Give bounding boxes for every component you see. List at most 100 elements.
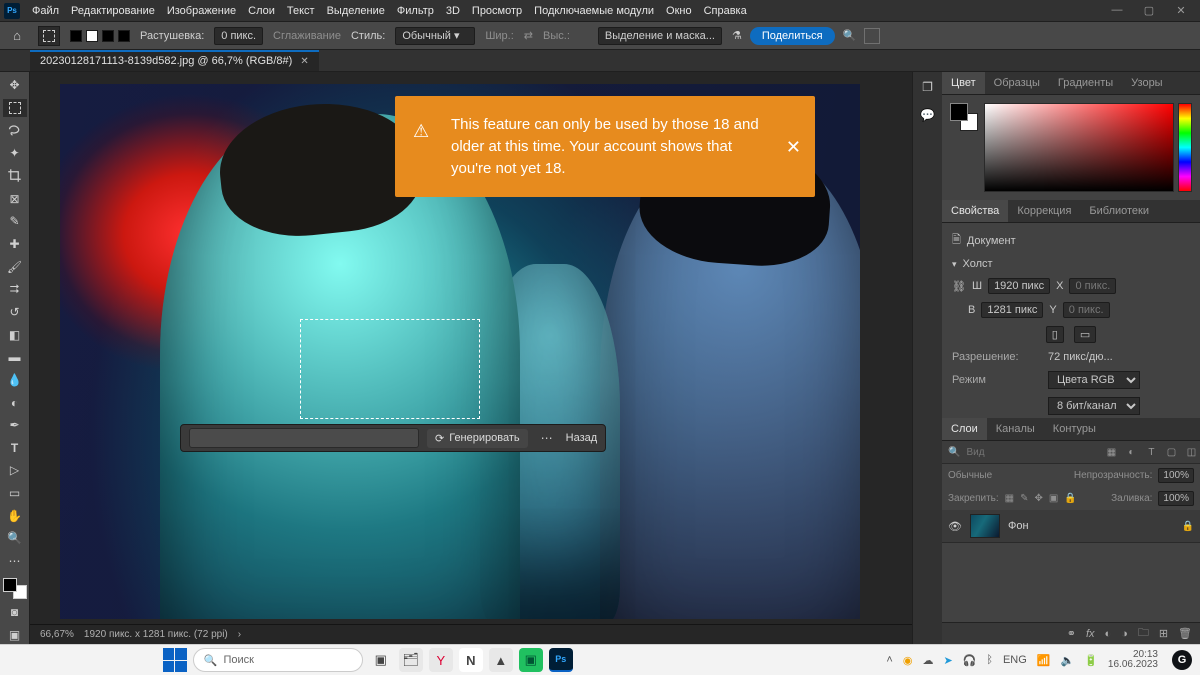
clone-tool-icon[interactable]: ⮆ xyxy=(3,280,27,299)
canvas-viewport[interactable]: ⟳ Генерировать ⋯ Назад ⚠ This feature ca… xyxy=(30,72,912,624)
orientation-portrait-icon[interactable]: ▯ xyxy=(1046,326,1064,343)
new-layer-icon[interactable]: ⊞ xyxy=(1159,627,1168,640)
mask-icon[interactable]: ◐ xyxy=(1105,628,1112,640)
generative-prompt-input[interactable] xyxy=(189,428,419,448)
gen-more-icon[interactable]: ⋯ xyxy=(536,431,558,445)
group-icon[interactable]: 🗀 xyxy=(1138,624,1149,643)
quick-select-tool-icon[interactable]: ✦ xyxy=(3,144,27,163)
blend-mode-select[interactable]: Обычные xyxy=(948,470,1068,481)
layer-locked-icon[interactable]: 🔒 xyxy=(1182,521,1194,532)
opacity-input[interactable]: 100% xyxy=(1158,468,1194,483)
filter-adjust-icon[interactable]: ◐ xyxy=(1124,445,1138,459)
menu-image[interactable]: Изображение xyxy=(167,5,236,17)
menu-filter[interactable]: Фильтр xyxy=(397,5,434,17)
layer-row[interactable]: 👁 Фон 🔒 xyxy=(942,510,1200,543)
height-input[interactable]: 1281 пикс xyxy=(981,302,1043,318)
adjustment-layer-icon[interactable]: ◑ xyxy=(1121,628,1128,640)
style-select[interactable]: Обычный ▾ xyxy=(395,27,475,45)
tab-patterns[interactable]: Узоры xyxy=(1122,72,1171,94)
close-window-icon[interactable]: ✕ xyxy=(1172,4,1190,17)
taskbar-photoshop-icon[interactable]: Ps xyxy=(549,648,573,672)
eraser-tool-icon[interactable]: ◧ xyxy=(3,325,27,344)
document-tab[interactable]: 20230128171113-8139d582.jpg @ 66,7% (RGB… xyxy=(30,50,319,71)
tray-chevron-icon[interactable]: ˄ xyxy=(886,654,892,666)
canvas-section[interactable]: ▾Холст xyxy=(952,258,1190,270)
document-canvas[interactable]: ⟳ Генерировать ⋯ Назад ⚠ This feature ca… xyxy=(60,84,860,619)
start-button[interactable] xyxy=(163,648,187,672)
filter-pixel-icon[interactable]: ▦ xyxy=(1104,445,1118,459)
hue-slider[interactable] xyxy=(1178,103,1192,192)
maximize-icon[interactable]: ▢ xyxy=(1140,4,1158,17)
tab-swatches[interactable]: Образцы xyxy=(985,72,1049,94)
filter-shape-icon[interactable]: ▢ xyxy=(1164,445,1178,459)
tray-telegram-icon[interactable]: ➤ xyxy=(943,654,952,667)
shape-tool-icon[interactable]: ▭ xyxy=(3,484,27,503)
zoom-level[interactable]: 66,67% xyxy=(40,629,74,640)
link-icon[interactable]: ⛓ xyxy=(952,280,966,293)
healing-tool-icon[interactable]: ✚ xyxy=(3,235,27,254)
selection-mode-icons[interactable] xyxy=(70,30,130,42)
tray-lang[interactable]: ENG xyxy=(1003,654,1027,666)
edit-toolbar-icon[interactable]: ⋯ xyxy=(3,552,27,571)
fx-icon[interactable]: fx xyxy=(1086,628,1095,640)
zoom-tool-icon[interactable]: 🔍 xyxy=(3,529,27,548)
eyedropper-tool-icon[interactable]: ✎ xyxy=(3,212,27,231)
select-and-mask-button[interactable]: Выделение и маска... xyxy=(598,27,722,45)
lock-artboard-icon[interactable]: ▣ xyxy=(1049,493,1058,504)
depth-select[interactable]: 8 бит/канал xyxy=(1048,397,1140,415)
frame-tool-icon[interactable]: ⊠ xyxy=(3,189,27,208)
workspace-icon[interactable] xyxy=(864,28,880,44)
menu-text[interactable]: Текст xyxy=(287,5,315,17)
feather-input[interactable]: 0 пикс. xyxy=(214,27,263,45)
explorer-icon[interactable]: 🗂 xyxy=(399,648,423,672)
history-brush-tool-icon[interactable]: ↺ xyxy=(3,303,27,322)
taskview-icon[interactable]: ▣ xyxy=(369,648,393,672)
filter-type-icon[interactable]: T xyxy=(1144,445,1158,459)
path-select-tool-icon[interactable]: ▷ xyxy=(3,461,27,480)
tab-adjustments[interactable]: Коррекция xyxy=(1008,200,1080,222)
menu-window[interactable]: Окно xyxy=(666,5,692,17)
tab-layers[interactable]: Слои xyxy=(942,418,987,440)
menu-view[interactable]: Просмотр xyxy=(472,5,522,17)
tray-volume-icon[interactable]: 🔈 xyxy=(1061,654,1075,667)
gen-back-button[interactable]: Назад xyxy=(566,432,598,444)
tab-gradients[interactable]: Градиенты xyxy=(1049,72,1122,94)
tray-headset-icon[interactable]: 🎧 xyxy=(963,654,977,667)
menu-file[interactable]: Файл xyxy=(32,5,59,17)
comments-panel-icon[interactable]: 💬 xyxy=(919,106,937,124)
yandex-icon[interactable]: Y xyxy=(429,648,453,672)
menu-help[interactable]: Справка xyxy=(704,5,747,17)
pen-tool-icon[interactable]: ✒ xyxy=(3,416,27,435)
tray-chrome-icon[interactable]: ◉ xyxy=(903,654,913,667)
brush-tool-icon[interactable]: 🖌 xyxy=(3,257,27,276)
menu-plugins[interactable]: Подключаемые модули xyxy=(534,5,654,17)
tray-bt-icon[interactable]: ᛒ xyxy=(986,654,993,666)
link-layers-icon[interactable]: ⚭ xyxy=(1067,627,1076,640)
fill-input[interactable]: 100% xyxy=(1158,491,1194,506)
delete-layer-icon[interactable]: 🗑 xyxy=(1178,627,1192,640)
y-input[interactable]: 0 пикс. xyxy=(1063,302,1110,318)
app4-icon[interactable]: ▲ xyxy=(489,648,513,672)
active-tool-icon[interactable] xyxy=(38,26,60,46)
crop-tool-icon[interactable] xyxy=(3,167,27,186)
lock-pos-icon[interactable]: ✥ xyxy=(1035,493,1043,504)
history-panel-icon[interactable]: ❐ xyxy=(919,78,937,96)
menu-edit[interactable]: Редактирование xyxy=(71,5,155,17)
minimize-icon[interactable]: — xyxy=(1108,4,1126,17)
tray-datetime[interactable]: 20:13 16.06.2023 xyxy=(1108,650,1158,671)
tab-libraries[interactable]: Библиотеки xyxy=(1080,200,1158,222)
dodge-tool-icon[interactable]: ◐ xyxy=(3,393,27,412)
tab-color[interactable]: Цвет xyxy=(942,72,985,94)
tab-paths[interactable]: Контуры xyxy=(1044,418,1105,440)
home-icon[interactable]: ⌂ xyxy=(6,27,28,45)
status-arrow-icon[interactable]: › xyxy=(238,629,241,640)
tray-battery-icon[interactable]: 🔋 xyxy=(1084,654,1098,667)
generate-button[interactable]: ⟳ Генерировать xyxy=(427,429,528,448)
type-tool-icon[interactable]: T xyxy=(3,439,27,458)
saturation-field[interactable] xyxy=(984,103,1174,192)
notion-icon[interactable]: N xyxy=(459,648,483,672)
visibility-icon[interactable]: 👁 xyxy=(948,520,962,533)
lock-all-icon[interactable]: ▦ xyxy=(1005,493,1014,504)
blur-tool-icon[interactable]: 💧 xyxy=(3,371,27,390)
quickmask-icon[interactable]: ◙ xyxy=(3,603,27,622)
